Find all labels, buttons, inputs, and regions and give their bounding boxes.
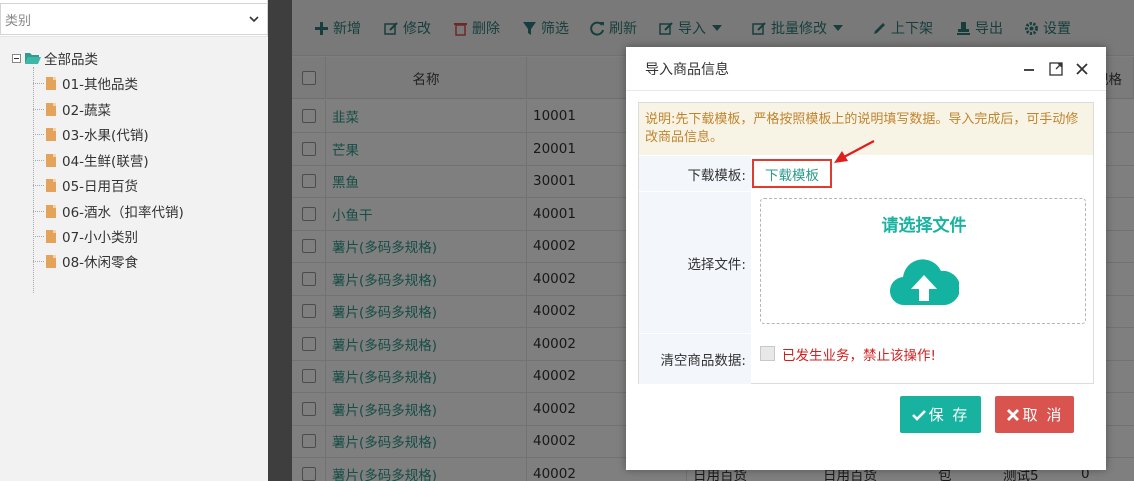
tree-item-label: 06-酒水（扣率代销) (62, 205, 184, 221)
tree-item[interactable]: 04-生鲜(联营) (33, 150, 149, 170)
save-button[interactable]: 保 存 (900, 396, 981, 433)
category-panel: 类别 全部品类 01-其他品类 02-蔬菜 03-水果(代销) 04-生鲜(联营… (0, 0, 268, 481)
clear-data-warning: 已发生业务，禁止该操作! (782, 348, 936, 364)
tree-root-label: 全部品类 (44, 52, 98, 68)
download-template-link-text: 下载模板 (765, 167, 819, 184)
save-label: 保 存 (928, 406, 970, 424)
cancel-label: 取 消 (1022, 406, 1064, 424)
file-icon (46, 178, 56, 192)
tree-item-label: 01-其他品类 (62, 77, 139, 93)
file-icon (46, 204, 56, 218)
clear-data-checkbox[interactable] (760, 346, 775, 361)
tree-item[interactable]: 06-酒水（扣率代销) (33, 201, 184, 221)
file-icon (46, 127, 56, 141)
file-upload-zone[interactable]: 请选择文件 (760, 198, 1086, 324)
category-select-placeholder: 类别 (5, 13, 32, 29)
collapse-icon[interactable] (12, 53, 21, 63)
tree-root[interactable]: 全部品类 (12, 49, 98, 68)
tree-item-label: 03-水果(代销) (62, 128, 149, 144)
category-select[interactable]: 类别 (0, 3, 268, 35)
close-icon (1006, 408, 1019, 421)
tree-item[interactable]: 02-蔬菜 (33, 99, 111, 119)
clear-data-label: 清空商品数据: (639, 333, 751, 384)
file-icon (46, 102, 56, 116)
annotation-arrow-icon (834, 140, 875, 163)
tree-item-label: 02-蔬菜 (62, 103, 112, 119)
tree-item[interactable]: 07-小小类别 (33, 226, 138, 246)
file-icon (46, 254, 56, 268)
close-icon[interactable] (1074, 61, 1090, 77)
chevron-down-icon (249, 16, 259, 23)
cloud-upload-icon (889, 259, 959, 306)
choose-file-label: 选择文件: (639, 191, 751, 333)
tree-item[interactable]: 05-日用百货 (33, 175, 138, 195)
file-icon (46, 153, 56, 167)
category-tree: 全部品类 01-其他品类 02-蔬菜 03-水果(代销) 04-生鲜(联营) 0… (0, 36, 268, 481)
tree-item-label: 08-休闲零食 (62, 255, 139, 271)
tree-item[interactable]: 03-水果(代销) (33, 124, 149, 144)
file-icon (46, 229, 56, 243)
tree-item-label: 05-日用百货 (62, 179, 139, 195)
tree-item[interactable]: 08-休闲零食 (33, 251, 138, 271)
check-icon (911, 409, 926, 421)
tree-item[interactable]: 01-其他品类 (33, 73, 138, 93)
maximize-icon[interactable] (1048, 61, 1064, 77)
folder-open-icon (25, 52, 41, 64)
file-icon (46, 76, 56, 90)
minimize-icon[interactable] (1021, 61, 1037, 77)
import-dialog: 导入商品信息 说明:先下载模板，严格按照模板上的说明填写数据。导入完成后，可手动… (626, 47, 1106, 470)
tree-item-label: 04-生鲜(联营) (62, 154, 149, 170)
download-template-link[interactable]: 下载模板 (752, 159, 832, 188)
cancel-button[interactable]: 取 消 (995, 396, 1074, 433)
tree-item-label: 07-小小类别 (62, 230, 139, 246)
upload-title: 请选择文件 (881, 216, 967, 236)
download-template-label: 下载模板: (639, 155, 751, 191)
